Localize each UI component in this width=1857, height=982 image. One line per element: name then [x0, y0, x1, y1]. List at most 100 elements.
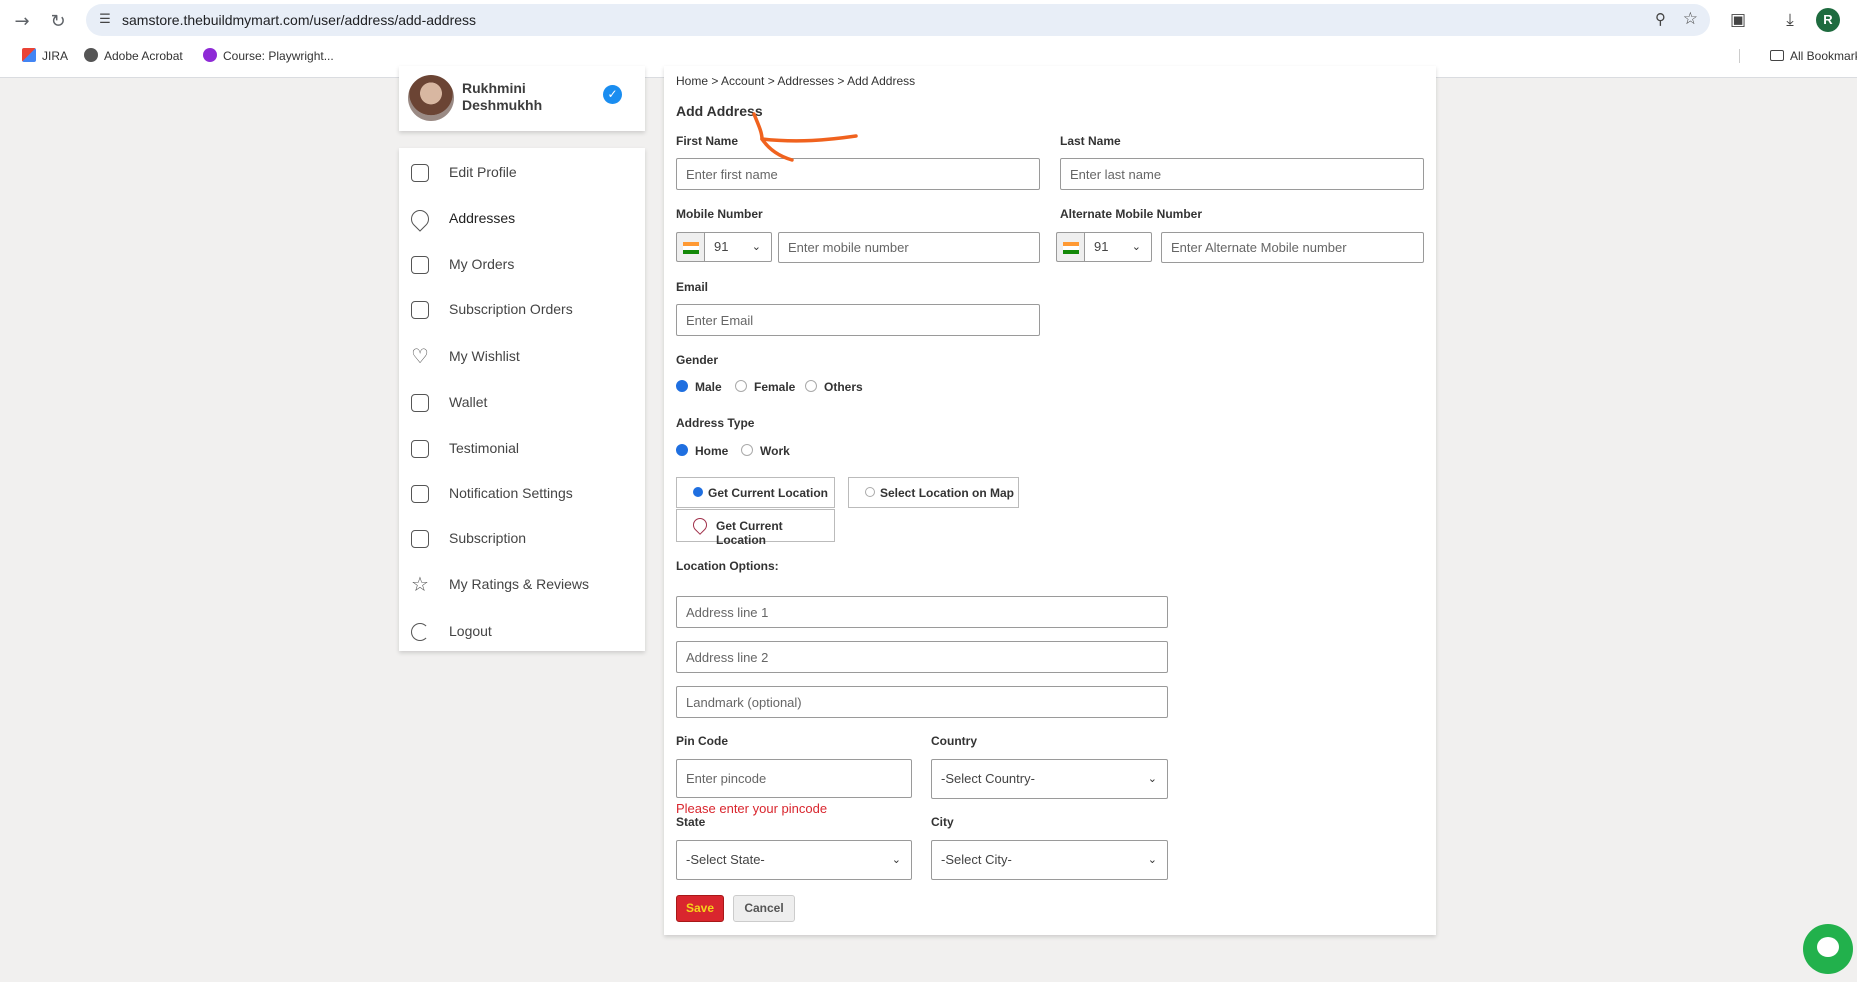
sidebar-item-edit-profile[interactable]: Edit Profile — [399, 158, 645, 188]
landmark-input[interactable] — [676, 686, 1168, 718]
tab-current-label: Get Current Location — [708, 486, 829, 500]
tab-get-current-location[interactable]: Get Current Location — [676, 477, 835, 508]
country-select-value: -Select Country- — [941, 771, 1035, 786]
pincode-error: Please enter your pincode — [676, 801, 828, 816]
orders-icon — [411, 256, 429, 274]
email-label: Email — [676, 280, 709, 294]
breadcrumb: Home > Account > Addresses > Add Address — [676, 74, 916, 88]
quote-icon — [411, 440, 429, 458]
pincode-input[interactable] — [676, 759, 912, 798]
sidebar-item-label: Subscription Orders — [449, 301, 573, 317]
email-input[interactable] — [676, 304, 1040, 336]
sidebar-item-subscription-orders[interactable]: Subscription Orders — [399, 295, 645, 325]
gmail-icon — [22, 48, 36, 62]
save-button[interactable]: Save — [676, 895, 724, 922]
all-bookmarks[interactable]: All Bookmarks — [1770, 46, 1857, 66]
sidebar-item-subscription[interactable]: Subscription — [399, 524, 645, 554]
gender-female-radio[interactable] — [735, 380, 747, 392]
gender-male-radio[interactable] — [676, 380, 688, 392]
folder-icon — [1770, 50, 1784, 61]
profile-avatar[interactable]: R — [1816, 8, 1840, 32]
account-sidebar: Edit Profile Addresses My Orders Subscri… — [399, 148, 645, 651]
bookmark-adobe-acrobat[interactable]: Adobe Acrobat — [84, 46, 183, 66]
sidebar-item-label: Edit Profile — [449, 164, 517, 180]
sidebar-item-label: My Wishlist — [449, 348, 520, 364]
sidebar-item-label: Subscription — [449, 530, 527, 546]
sidebar-item-notification-settings[interactable]: Notification Settings — [399, 479, 645, 509]
location-options-label: Location Options: — [676, 559, 779, 573]
notification-icon — [411, 485, 429, 503]
city-select[interactable]: -Select City- ⌄ — [931, 840, 1168, 880]
address-line2-input[interactable] — [676, 641, 1168, 673]
wallet-icon — [411, 394, 429, 412]
tab-current-radio — [693, 487, 703, 497]
sidebar-item-testimonial[interactable]: Testimonial — [399, 434, 645, 464]
star-icon — [411, 572, 429, 596]
site-info-icon[interactable]: ☰ — [96, 11, 114, 29]
address-type-home-radio[interactable] — [676, 444, 688, 456]
sidebar-item-ratings-reviews[interactable]: My Ratings & Reviews — [399, 570, 645, 600]
sidebar-item-wallet[interactable]: Wallet — [399, 388, 645, 418]
first-name-input[interactable] — [676, 158, 1040, 190]
sidebar-item-label: Notification Settings — [449, 485, 573, 501]
sidebar-item-label: Addresses — [449, 210, 516, 226]
country-code-value: 91 — [714, 239, 729, 254]
bookmark-label: JIRA — [42, 49, 69, 63]
subscription-orders-icon — [411, 301, 429, 319]
country-select[interactable]: -Select Country- ⌄ — [931, 759, 1168, 799]
gender-others-radio[interactable] — [805, 380, 817, 392]
bookmark-separator — [1739, 49, 1740, 63]
state-select[interactable]: -Select State- ⌄ — [676, 840, 912, 880]
sidebar-item-label: Testimonial — [449, 440, 520, 456]
url-text[interactable]: samstore.thebuildmymart.com/user/address… — [122, 4, 476, 36]
india-flag-icon — [1056, 232, 1084, 262]
all-bookmarks-label: All Bookmarks — [1790, 49, 1857, 63]
last-name-input[interactable] — [1060, 158, 1424, 190]
chevron-down-icon: ⌄ — [751, 240, 761, 253]
gender-label: Gender — [676, 353, 719, 367]
heart-icon — [411, 344, 429, 368]
mobile-number-input[interactable] — [778, 232, 1040, 263]
bookmark-course[interactable]: Course: Playwright... — [203, 46, 334, 66]
chat-widget-button[interactable] — [1803, 924, 1853, 974]
cancel-button[interactable]: Cancel — [733, 895, 795, 922]
bookmark-star-icon[interactable]: ☆ — [1683, 9, 1698, 29]
get-current-location-button[interactable]: Get Current Location — [676, 509, 835, 547]
chevron-down-icon: ⌄ — [1147, 853, 1157, 866]
sidebar-item-addresses[interactable]: Addresses — [399, 204, 645, 234]
location-pin-icon — [690, 515, 710, 535]
city-label: City — [931, 815, 954, 829]
get-current-location-label: Get Current Location — [716, 519, 783, 547]
tab-select-location-on-map[interactable]: Select Location on Map — [848, 477, 1019, 508]
zoom-icon[interactable]: ⚲ — [1655, 10, 1666, 28]
tab-map-radio — [865, 487, 875, 497]
location-pin-icon — [407, 206, 433, 232]
address-bar[interactable]: ☰ samstore.thebuildmymart.com/user/addre… — [86, 4, 1710, 36]
download-icon[interactable]: ⤓ — [1778, 8, 1802, 32]
address-type-home-label: Home — [695, 444, 729, 458]
gender-female-label: Female — [754, 380, 796, 394]
gender-others-label: Others — [824, 380, 863, 394]
address-line1-input[interactable] — [676, 596, 1168, 628]
extensions-icon[interactable]: ▣ — [1726, 8, 1750, 32]
sidebar-item-logout[interactable]: Logout — [399, 617, 645, 647]
sidebar-item-my-orders[interactable]: My Orders — [399, 250, 645, 280]
profile-card: Rukhmini Deshmukhh ✓ — [399, 66, 645, 131]
address-type-work-label: Work — [760, 444, 790, 458]
sidebar-item-label: Wallet — [449, 394, 488, 410]
mobile-country-code-select[interactable]: 91 ⌄ — [704, 232, 772, 262]
sidebar-item-my-wishlist[interactable]: My Wishlist — [399, 342, 645, 372]
alternate-country-code-select[interactable]: 91 ⌄ — [1084, 232, 1152, 262]
state-select-value: -Select State- — [686, 852, 765, 867]
gender-male-label: Male — [695, 380, 722, 394]
address-type-work-radio[interactable] — [741, 444, 753, 456]
bookmarks-bar: JIRA Adobe Acrobat Course: Playwright...… — [0, 46, 1857, 66]
page-title: Add Address — [676, 103, 763, 119]
subscription-icon — [411, 530, 429, 548]
bookmark-jira[interactable]: JIRA — [22, 46, 68, 66]
sidebar-item-label: My Orders — [449, 256, 515, 272]
forward-icon[interactable]: → — [10, 10, 34, 34]
reload-icon[interactable]: ↻ — [46, 10, 70, 34]
country-label: Country — [931, 734, 977, 748]
alternate-mobile-input[interactable] — [1161, 232, 1424, 263]
